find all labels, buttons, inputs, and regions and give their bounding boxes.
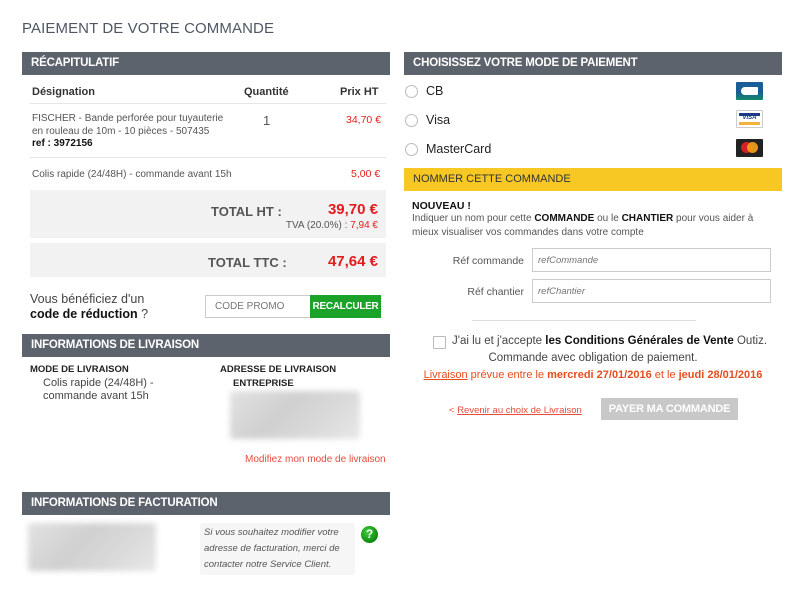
- delivery-mode-line2: commande avant 15h: [43, 390, 149, 402]
- hint-part: Indiquer un nom pour cette: [412, 213, 535, 224]
- help-icon[interactable]: ?: [361, 526, 378, 543]
- visa-card-text: VISA: [742, 115, 757, 121]
- payment-label-visa[interactable]: Visa: [426, 113, 450, 127]
- modify-delivery-link[interactable]: Modifiez mon mode de livraison: [245, 454, 386, 465]
- billing-header: INFORMATIONS DE FACTURATION: [22, 492, 390, 515]
- billing-info-line1: Si vous souhaitez modifier votre: [204, 527, 339, 538]
- promo-text-line2: code de réduction ?: [30, 307, 148, 322]
- total-ttc-value: 47,64 €: [327, 253, 378, 270]
- billing-info-line3: contacter notre Service Client.: [204, 559, 332, 570]
- product-quantity: 1: [263, 113, 271, 128]
- delivery-address-title: ADRESSE DE LIVRAISON: [220, 364, 337, 375]
- payment-label-mastercard[interactable]: MasterCard: [426, 142, 491, 156]
- payment-label-cb[interactable]: CB: [426, 84, 443, 98]
- total-ttc-label: TOTAL TTC :: [208, 255, 287, 270]
- ref-commande-label: Réf commande: [452, 255, 524, 267]
- delivery-header: INFORMATIONS DE LIVRAISON: [22, 334, 390, 357]
- promo-text-suffix: ?: [137, 307, 149, 321]
- product-price: 34,70 €: [346, 114, 382, 126]
- product-name-line2: en rouleau de 10m - 10 pièces - 507435: [32, 126, 210, 137]
- tva-value: 7,94 €: [350, 220, 378, 231]
- divider: [472, 320, 696, 321]
- delivery-link[interactable]: Livraison: [424, 369, 468, 381]
- col-designation: Désignation: [32, 86, 95, 98]
- promo-text-bold: code de réduction: [30, 307, 138, 321]
- hint-line2: mieux visualiser vos commandes dans votr…: [412, 227, 644, 238]
- terms-part: J'ai lu et j'accepte: [452, 335, 546, 347]
- total-ht-value: 39,70 €: [327, 201, 378, 218]
- tva-label: TVA (20.0%) :: [285, 220, 348, 231]
- hint-part: ou le: [594, 213, 622, 224]
- mastercard-card-icon: [736, 139, 763, 157]
- accept-terms-text: J'ai lu et j'accepte les Conditions Géné…: [452, 335, 767, 347]
- payment-header: CHOISISSEZ VOTRE MODE DE PAIEMENT: [404, 52, 782, 75]
- col-quantity: Quantité: [244, 86, 289, 98]
- accept-terms-checkbox[interactable]: [433, 336, 446, 349]
- tva-line: TVA (20.0%) : 7,94 €: [286, 220, 378, 231]
- back-to-delivery[interactable]: < Revenir au choix de Livraison: [449, 405, 582, 416]
- shipping-label: Colis rapide (24/48H) - commande avant 1…: [32, 169, 232, 180]
- pay-order-button[interactable]: PAYER MA COMMANDE: [601, 398, 738, 420]
- name-order-hint: Indiquer un nom pour cette COMMANDE ou l…: [412, 212, 782, 240]
- ref-chantier-input[interactable]: [532, 279, 771, 303]
- visa-card-icon: VISA: [736, 110, 763, 128]
- delivery-estimate: Livraison prévue entre le mercredi 27/01…: [404, 369, 782, 381]
- billing-info-line2: adresse de facturation, merci de: [204, 543, 340, 554]
- promo-text-line1: Vous bénéficiez d'un: [30, 292, 145, 306]
- total-ht-label: TOTAL HT :: [211, 204, 282, 219]
- delivery-address-company: ENTREPRISE: [233, 378, 294, 389]
- terms-link[interactable]: les Conditions Générales de Vente: [545, 335, 734, 347]
- back-chevron-icon: <: [449, 405, 458, 416]
- delivery-mode-line1: Colis rapide (24/48H) -: [43, 377, 154, 389]
- billing-info: Si vous souhaitez modifier votre adresse…: [200, 523, 355, 575]
- ref-commande-input[interactable]: [532, 248, 771, 272]
- recalculate-button[interactable]: RECALCULER: [310, 295, 381, 318]
- billing-address-redacted: [28, 523, 156, 571]
- delivery-mode-value: Colis rapide (24/48H) - commande avant 1…: [43, 377, 154, 403]
- radio-cb[interactable]: [405, 85, 418, 98]
- total-ttc-box: TOTAL TTC : 47,64 €: [30, 243, 386, 277]
- terms-part: Outiz.: [733, 335, 768, 347]
- hint-chantier: CHANTIER: [621, 213, 674, 224]
- delivery-date-start: mercredi 27/01/2016: [547, 369, 652, 381]
- delivery-mode-title: MODE DE LIVRAISON: [30, 364, 129, 375]
- delivery-part: prévue entre le: [467, 369, 548, 381]
- product-name-line1: FISCHER - Bande perforée pour tuyauterie: [32, 113, 224, 124]
- divider: [30, 103, 386, 104]
- delivery-date-end: jeudi 28/01/2016: [678, 369, 763, 381]
- page-title: PAIEMENT DE VOTRE COMMANDE: [22, 20, 275, 37]
- hint-commande: COMMANDE: [534, 213, 595, 224]
- total-ht-box: TOTAL HT : 39,70 € TVA (20.0%) : 7,94 €: [30, 190, 386, 238]
- hint-part: pour vous aider à: [673, 213, 754, 224]
- divider: [30, 157, 386, 158]
- promo-text: Vous bénéficiez d'un code de réduction ?: [30, 292, 148, 322]
- name-order-header: NOMMER CETTE COMMANDE: [404, 168, 782, 191]
- ref-chantier-label: Réf chantier: [467, 286, 524, 298]
- promo-code-input[interactable]: [205, 295, 311, 318]
- delivery-part: et le: [651, 369, 679, 381]
- payment-obligation: Commande avec obligation de paiement.: [488, 352, 698, 364]
- radio-visa[interactable]: [405, 114, 418, 127]
- product-ref: ref : 3972156: [32, 138, 93, 149]
- radio-mastercard[interactable]: [405, 143, 418, 156]
- cb-card-icon: [736, 82, 763, 100]
- recap-header: RÉCAPITULATIF: [22, 52, 390, 75]
- hint-line1: Indiquer un nom pour cette COMMANDE ou l…: [412, 212, 782, 226]
- new-label: NOUVEAU !: [412, 200, 471, 212]
- delivery-address-redacted: [230, 391, 360, 439]
- shipping-price: 5,00 €: [351, 168, 381, 180]
- back-to-delivery-link[interactable]: Revenir au choix de Livraison: [457, 405, 582, 416]
- col-price: Prix HT: [340, 86, 379, 98]
